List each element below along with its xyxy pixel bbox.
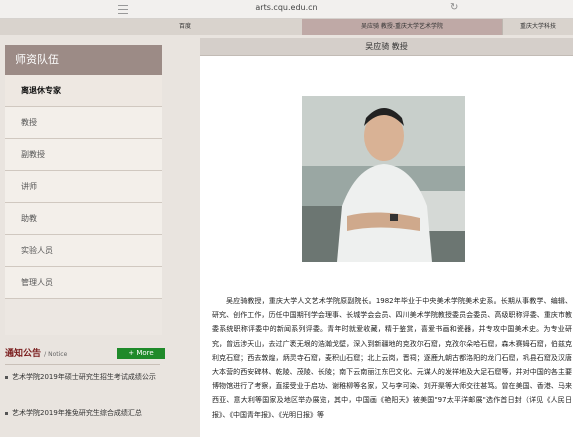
sidebar-item-lecturer[interactable]: 讲师: [5, 171, 162, 203]
page-body: 师资队伍 离退休专家 教授 副教授 讲师 助教 实验人员 管理人员 通知公告 /…: [0, 35, 573, 437]
notice-title: 通知公告 / Notice: [5, 346, 67, 359]
list-item[interactable]: 艺术学院2019年推免研究生综合成绩汇总: [5, 406, 160, 421]
portrait-photo: [302, 96, 465, 262]
more-button[interactable]: + More: [117, 348, 165, 359]
notice-section: 通知公告 / Notice + More 艺术学院2019年硕士研究生招生考试成…: [5, 336, 165, 437]
sidebar-title: 师资队伍: [5, 45, 162, 75]
sidebar-item-retired-experts[interactable]: 离退休专家: [5, 75, 162, 107]
portrait-image: [302, 96, 465, 262]
bio-text: 吴应骑教授，重庆大学人文艺术学院原副院长。1982年毕业于中央美术学院美术史系。…: [212, 297, 572, 419]
tab-bar: 百度 吴应骑 教授-重庆大学艺术学院 重庆大学科技: [0, 19, 573, 35]
sidebar-item-admin-staff[interactable]: 管理人员: [5, 267, 162, 299]
news-link[interactable]: 艺术学院2019年推免研究生综合成绩汇总: [12, 409, 142, 417]
tab-other[interactable]: 重庆大学科技: [503, 19, 573, 35]
sidebar-item-assistant[interactable]: 助教: [5, 203, 162, 235]
page-title: 吴应骑 教授: [200, 38, 573, 56]
sidebar-item-professor[interactable]: 教授: [5, 107, 162, 139]
notice-divider: [5, 364, 160, 365]
address-bar[interactable]: arts.cqu.edu.cn: [0, 3, 573, 12]
sidebar-item-lab-staff[interactable]: 实验人员: [5, 235, 162, 267]
browser-toolbar: arts.cqu.edu.cn ↻: [0, 0, 573, 19]
bullet-icon: [5, 375, 8, 379]
sidebar: 师资队伍 离退休专家 教授 副教授 讲师 助教 实验人员 管理人员: [5, 45, 162, 335]
tab-current[interactable]: 吴应骑 教授-重庆大学艺术学院: [302, 19, 503, 35]
notice-subtitle: / Notice: [44, 351, 68, 358]
news-link[interactable]: 艺术学院2019年硕士研究生招生考试成绩公示: [12, 373, 156, 381]
notice-title-text: 通知公告: [5, 349, 42, 359]
list-item[interactable]: 艺术学院2019年硕士研究生招生考试成绩公示: [5, 370, 160, 385]
reload-icon[interactable]: ↻: [450, 2, 458, 13]
bullet-icon: [5, 411, 8, 415]
sidebar-item-associate-professor[interactable]: 副教授: [5, 139, 162, 171]
main-content: 吴应骑 教授 吴应骑教授，重庆大学人文艺术学院原副院长。1982年毕业于中央美术…: [200, 38, 573, 437]
